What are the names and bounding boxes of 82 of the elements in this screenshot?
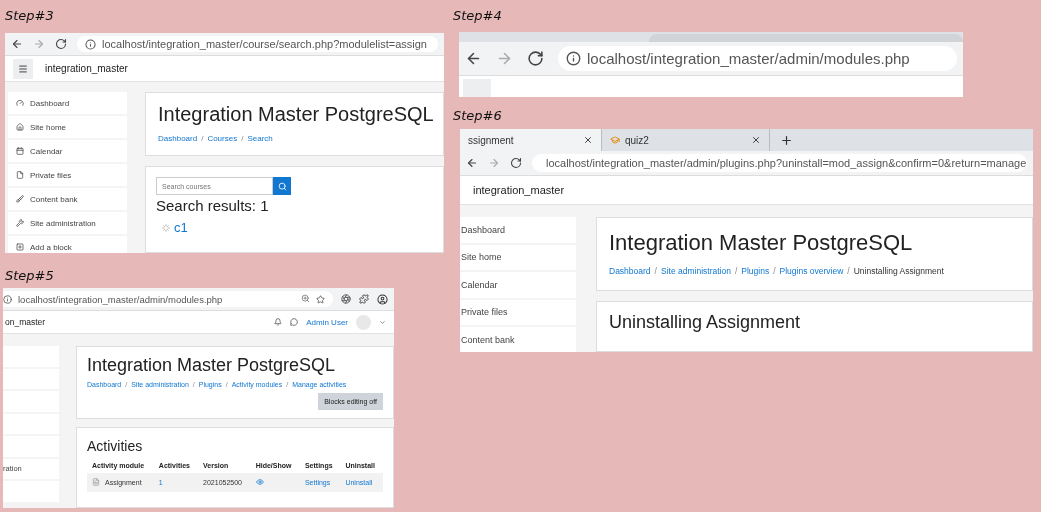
sidebar-item[interactable]: Calendar — [460, 272, 576, 298]
sidebar-item[interactable]: Site home — [8, 116, 127, 138]
breadcrumb-separator: / — [734, 266, 738, 276]
forward-icon[interactable] — [488, 157, 500, 169]
file-icon — [16, 171, 24, 179]
calendar-icon — [16, 147, 24, 155]
gauge-icon — [16, 99, 24, 107]
close-icon[interactable] — [751, 135, 761, 145]
home-icon — [16, 123, 24, 131]
course-link[interactable]: c1 — [174, 220, 188, 235]
address-bar[interactable]: localhost/integration_master/admin/plugins.php?uninstall=mod_assign&confirm=0&return=manage — [532, 153, 1027, 173]
back-icon[interactable] — [465, 50, 482, 67]
caret-icon[interactable] — [379, 318, 386, 326]
address-bar[interactable]: localhost/integration_master/admin/modules.php — [3, 290, 333, 308]
breadcrumb-separator: / — [241, 134, 244, 143]
sidebar-item[interactable]: Site home — [460, 244, 576, 270]
breadcrumb-link[interactable]: Dashboard — [158, 134, 198, 143]
document-icon — [92, 478, 100, 486]
puzzle-icon[interactable] — [359, 294, 369, 304]
new-tab-icon[interactable] — [780, 133, 793, 147]
step-label: Step#5 — [5, 268, 54, 283]
site-name: integration_master — [45, 63, 128, 74]
brush-icon — [16, 195, 24, 203]
info-icon — [85, 38, 96, 50]
results-count: Search results: 1 — [156, 197, 270, 214]
sidebar-item[interactable]: Site administration — [8, 212, 127, 234]
eye-icon[interactable] — [255, 478, 264, 486]
forward-icon[interactable] — [33, 38, 45, 50]
breadcrumb-link[interactable]: Plugins overview — [779, 266, 844, 276]
cap-icon — [610, 135, 620, 145]
breadcrumb-link[interactable]: Courses — [207, 134, 238, 143]
profile-icon[interactable] — [377, 293, 388, 305]
back-icon[interactable] — [11, 38, 23, 50]
info-icon — [3, 294, 12, 304]
sidebar-item[interactable]: Content bank — [8, 188, 127, 210]
chat-icon[interactable] — [290, 318, 299, 326]
step-label: Step#4 — [453, 8, 502, 23]
step-label: Step#3 — [5, 8, 54, 23]
address-bar[interactable]: localhost/integration_master/admin/modules.php — [558, 45, 957, 72]
back-icon[interactable] — [466, 157, 478, 169]
breadcrumb-link[interactable]: Dashboard — [609, 266, 651, 276]
wrench-icon — [16, 219, 24, 227]
close-icon[interactable] — [583, 135, 593, 145]
sidebar-item[interactable]: Private files — [460, 299, 576, 325]
star-icon[interactable] — [316, 294, 325, 304]
sidebar-item[interactable]: Private files — [8, 164, 127, 186]
page-title: Integration Master PostgreSQL — [87, 355, 337, 376]
site-name: on_master — [5, 317, 46, 327]
breadcrumb-separator: / — [654, 266, 657, 276]
bell-icon[interactable] — [274, 318, 283, 326]
reload-icon[interactable] — [527, 50, 544, 67]
sidebar-item[interactable]: Dashboard — [460, 217, 576, 243]
page-title: Integration Master PostgreSQL — [609, 230, 914, 256]
step-label: Step#6 — [453, 108, 502, 123]
forward-icon[interactable] — [496, 50, 513, 67]
sidebar-item[interactable]: Dashboard — [8, 92, 127, 114]
browser-tab[interactable]: ssignment — [460, 129, 602, 151]
breadcrumb-separator: / — [773, 266, 776, 276]
breadcrumb-separator: / — [847, 266, 850, 276]
reload-icon[interactable] — [510, 157, 522, 169]
user-menu[interactable]: Admin User — [306, 317, 348, 327]
section-heading: Uninstalling Assignment — [609, 312, 802, 333]
section-heading: Activities — [87, 438, 144, 454]
breadcrumb-link[interactable]: Site administration — [660, 266, 731, 276]
sidebar-item[interactable]: Add a block — [8, 236, 127, 253]
info-icon — [566, 51, 581, 66]
breadcrumb-link[interactable]: Search — [247, 134, 273, 143]
reload-icon[interactable] — [55, 38, 67, 50]
extension-icon[interactable] — [341, 294, 351, 304]
menu-icon[interactable] — [18, 63, 28, 74]
plus-square-icon — [16, 243, 24, 251]
sidebar-item[interactable]: Calendar — [8, 140, 127, 162]
breadcrumb-link[interactable]: Plugins — [741, 266, 770, 276]
site-name: integration_master — [472, 184, 565, 196]
sidebar-item[interactable]: Content bank — [460, 327, 576, 352]
zoom-icon — [301, 293, 310, 303]
address-bar[interactable]: localhost/integration_master/course/search.php?modulelist=assign — [77, 35, 438, 53]
page-title: Integration Master PostgreSQL — [158, 103, 431, 126]
breadcrumb-text: Uninstalling Assignment — [853, 266, 944, 276]
search-button[interactable] — [273, 177, 291, 195]
breadcrumb-separator: / — [201, 134, 204, 143]
search-icon — [277, 181, 287, 191]
